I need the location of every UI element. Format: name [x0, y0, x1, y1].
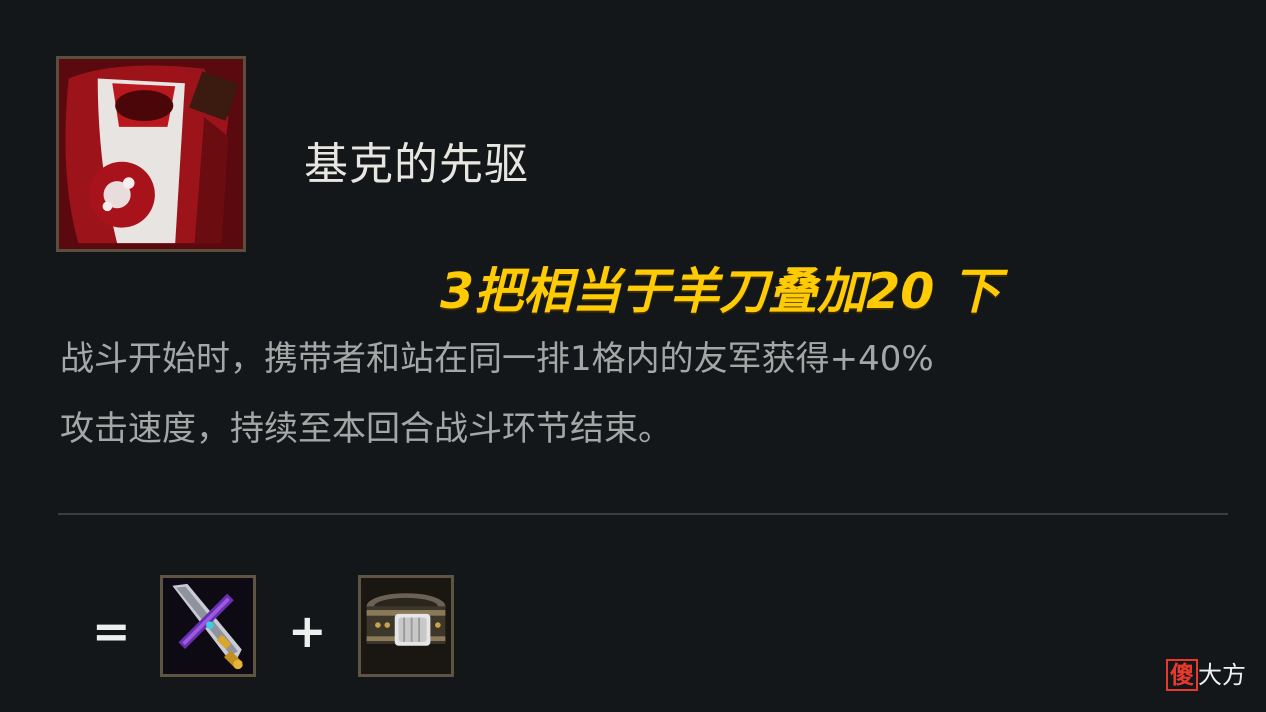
recurve-bow-icon[interactable]	[160, 575, 256, 677]
watermark-text: 大方	[1198, 661, 1246, 689]
divider	[58, 513, 1228, 515]
item-name: 基克的先驱	[304, 139, 529, 190]
zekes-herald-icon	[56, 56, 246, 252]
description-line-1: 战斗开始时，携带者和站在同一排1格内的友军获得+40%	[60, 339, 934, 379]
overlay-annotation: 3把相当于羊刀叠加20 下	[440, 263, 1001, 320]
description-line-2: 攻击速度，持续至本回合战斗环节结束。	[60, 409, 672, 449]
item-tooltip-panel: 基克的先驱 3把相当于羊刀叠加20 下 战斗开始时，携带者和站在同一排1格内的友…	[0, 0, 1266, 712]
recipe-plus-sign: +	[288, 604, 327, 658]
watermark-mark: 傻	[1166, 659, 1198, 691]
item-description: 战斗开始时，携带者和站在同一排1格内的友军获得+40% 攻击速度，持续至本回合战…	[60, 324, 1220, 464]
watermark: 傻大方	[1166, 655, 1246, 691]
recipe-equals-sign: =	[92, 604, 131, 658]
giants-belt-icon[interactable]	[358, 575, 454, 677]
